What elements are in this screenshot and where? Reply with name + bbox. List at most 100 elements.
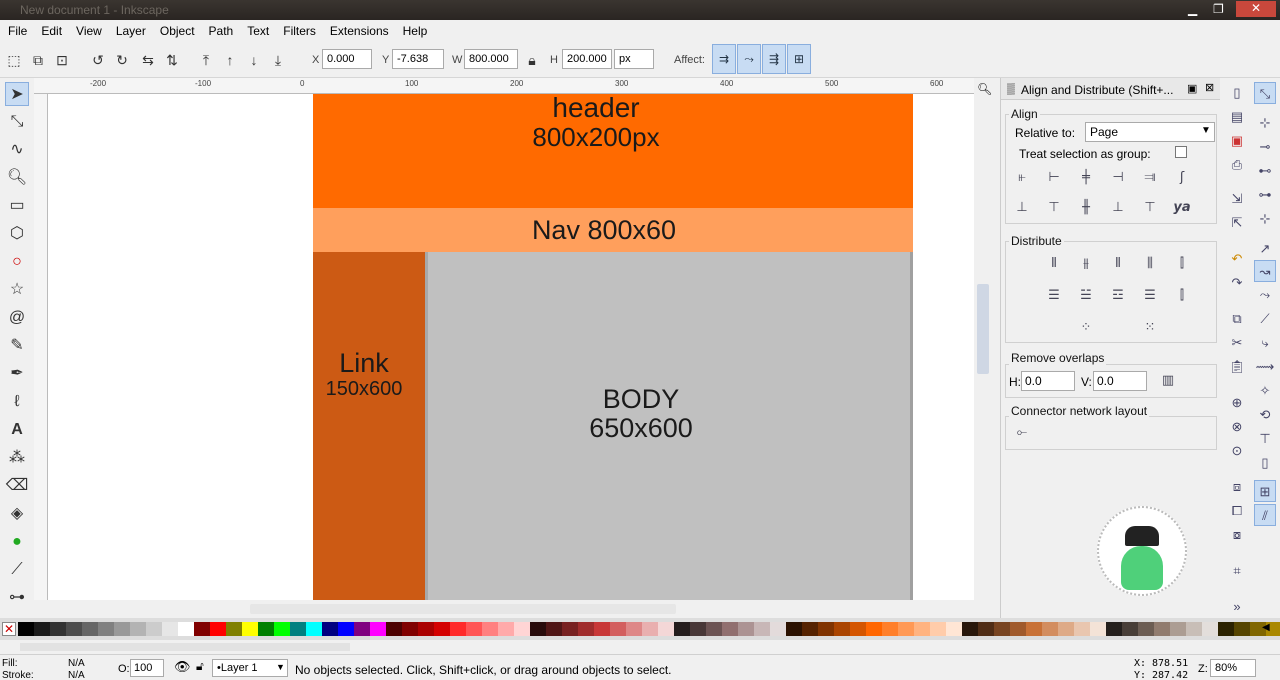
color-swatch[interactable] (1042, 622, 1058, 636)
menu-file[interactable]: File (8, 20, 27, 38)
align-bottom-to-top-icon[interactable]: ⊥ (1009, 196, 1035, 220)
snap-bbox-edge-icon[interactable]: ⊸ (1254, 136, 1276, 158)
menu-layer[interactable]: Layer (116, 20, 146, 38)
snap-page-border-icon[interactable]: ▯ (1254, 452, 1276, 474)
distribute-right-icon[interactable]: ⫴ (1105, 252, 1131, 276)
zoom-input[interactable]: 80% (1210, 659, 1256, 677)
no-paint-swatch[interactable]: ✕ (2, 622, 16, 636)
menu-help[interactable]: Help (403, 20, 428, 38)
unit-select[interactable]: px (614, 49, 654, 69)
menu-filters[interactable]: Filters (283, 20, 316, 38)
horizontal-scrollbar[interactable] (34, 600, 992, 618)
rotate-ccw-icon[interactable]: ↺ (88, 50, 108, 70)
align-bottom-edges-icon[interactable]: ⊥ (1105, 196, 1131, 220)
affect-gradients-button[interactable]: ⇶ (762, 44, 786, 74)
zoom-drawing-icon[interactable]: ⊗ (1226, 416, 1248, 438)
ellipse-tool-icon[interactable]: ○ (5, 250, 29, 274)
color-swatch[interactable] (1106, 622, 1122, 636)
copy-icon[interactable]: ⧉ (1226, 308, 1248, 330)
color-swatch[interactable] (1234, 622, 1250, 636)
redo-icon[interactable]: ↷ (1226, 272, 1248, 294)
zoom-tool-icon[interactable]: 🔍︎ (5, 166, 29, 190)
h-input[interactable]: 200.000 (562, 49, 612, 69)
close-icon[interactable]: ✕ (1236, 1, 1276, 17)
export-icon[interactable]: ⇱ (1226, 212, 1248, 234)
color-swatch[interactable] (1090, 622, 1106, 636)
distribute-gaps-h-icon[interactable]: ⫼ (1137, 252, 1163, 276)
color-swatch[interactable] (18, 622, 34, 636)
align-top-edges-icon[interactable]: ⊤ (1041, 196, 1067, 220)
stroke-value[interactable]: N/A (68, 670, 85, 680)
snap-nodes-icon[interactable]: ↗ (1254, 238, 1276, 260)
color-swatch[interactable] (690, 622, 706, 636)
color-swatch[interactable] (466, 622, 482, 636)
menu-edit[interactable]: Edit (41, 20, 62, 38)
y-input[interactable]: -7.638 (392, 49, 444, 69)
color-swatch[interactable] (482, 622, 498, 636)
color-swatch[interactable] (1122, 622, 1138, 636)
cut-icon[interactable]: ✂ (1226, 332, 1248, 354)
tweak-tool-icon[interactable]: ∿ (5, 138, 29, 162)
affect-stroke-width-button[interactable]: ⇉ (712, 44, 736, 74)
snap-bbox-midpoint-icon[interactable]: ⊶ (1254, 184, 1276, 206)
color-swatch[interactable] (162, 622, 178, 636)
color-swatch[interactable] (82, 622, 98, 636)
color-swatch[interactable] (402, 622, 418, 636)
pencil-tool-icon[interactable]: ✎ (5, 334, 29, 358)
flip-horizontal-icon[interactable]: ⇆ (138, 50, 158, 70)
lower-icon[interactable]: ↓ (244, 50, 264, 70)
color-swatch[interactable] (994, 622, 1010, 636)
palette-scrollbar[interactable] (0, 640, 1280, 654)
color-swatch[interactable] (242, 622, 258, 636)
color-swatch[interactable] (866, 622, 882, 636)
randomize-icon[interactable]: ⁘ (1073, 316, 1099, 340)
color-swatch[interactable] (1170, 622, 1186, 636)
color-swatch[interactable] (130, 622, 146, 636)
snap-centers-icon[interactable]: ✧ (1254, 380, 1276, 402)
body-rect[interactable]: BODY 650x600 (425, 252, 913, 600)
select-all-layers-icon[interactable]: ⧉ (28, 50, 48, 70)
snap-rotation-center-icon[interactable]: ⟲ (1254, 404, 1276, 426)
color-swatch[interactable] (194, 622, 210, 636)
snap-guides-icon[interactable]: ⫽ (1254, 504, 1276, 526)
color-swatch[interactable] (1202, 622, 1218, 636)
remove-overlaps-icon[interactable]: ▥ (1155, 369, 1181, 393)
color-swatch[interactable] (98, 622, 114, 636)
save-icon[interactable]: ▣ (1226, 130, 1248, 152)
color-swatch[interactable] (1026, 622, 1042, 636)
distribute-top-icon[interactable]: ☰ (1041, 284, 1067, 308)
rotate-cw-icon[interactable]: ↻ (112, 50, 132, 70)
center-vertical-axis-icon[interactable]: ╪ (1073, 166, 1099, 190)
paste-icon[interactable]: 📋︎ (1226, 356, 1248, 378)
color-swatch[interactable] (450, 622, 466, 636)
align-top-to-bottom-icon[interactable]: ⊤ (1137, 196, 1163, 220)
3d-box-tool-icon[interactable]: ⬡ (5, 222, 29, 246)
color-swatch[interactable] (1138, 622, 1154, 636)
pen-tool-icon[interactable]: ✒ (5, 362, 29, 386)
color-swatch[interactable] (66, 622, 82, 636)
minimize-icon[interactable]: ▁ (1188, 2, 1197, 16)
color-swatch[interactable] (946, 622, 962, 636)
flip-vertical-icon[interactable]: ⇅ (162, 50, 182, 70)
color-swatch[interactable] (306, 622, 322, 636)
align-baseline-text-icon[interactable]: ʃ (1169, 166, 1195, 190)
star-tool-icon[interactable]: ☆ (5, 278, 29, 302)
distribute-gaps-v-icon[interactable]: ☰ (1137, 284, 1163, 308)
node-tool-icon[interactable]: ⤡ (5, 110, 29, 134)
color-swatch[interactable] (178, 622, 194, 636)
snap-smooth-nodes-icon[interactable]: ⤷ (1254, 332, 1276, 354)
opacity-input[interactable]: 100 (130, 659, 164, 677)
new-document-icon[interactable]: ▯ (1226, 82, 1248, 104)
color-swatch[interactable] (674, 622, 690, 636)
snap-paths-icon[interactable]: ↝ (1254, 260, 1276, 282)
color-swatch[interactable] (850, 622, 866, 636)
color-swatch[interactable] (1058, 622, 1074, 636)
group-icon[interactable]: ⌗ (1226, 560, 1248, 582)
color-swatch[interactable] (258, 622, 274, 636)
distribute-left-icon[interactable]: ⫴ (1041, 252, 1067, 276)
color-swatch[interactable] (722, 622, 738, 636)
color-swatch[interactable] (978, 622, 994, 636)
clone-icon[interactable]: ⧠ (1226, 500, 1248, 522)
color-swatch[interactable] (34, 622, 50, 636)
color-swatch[interactable] (738, 622, 754, 636)
